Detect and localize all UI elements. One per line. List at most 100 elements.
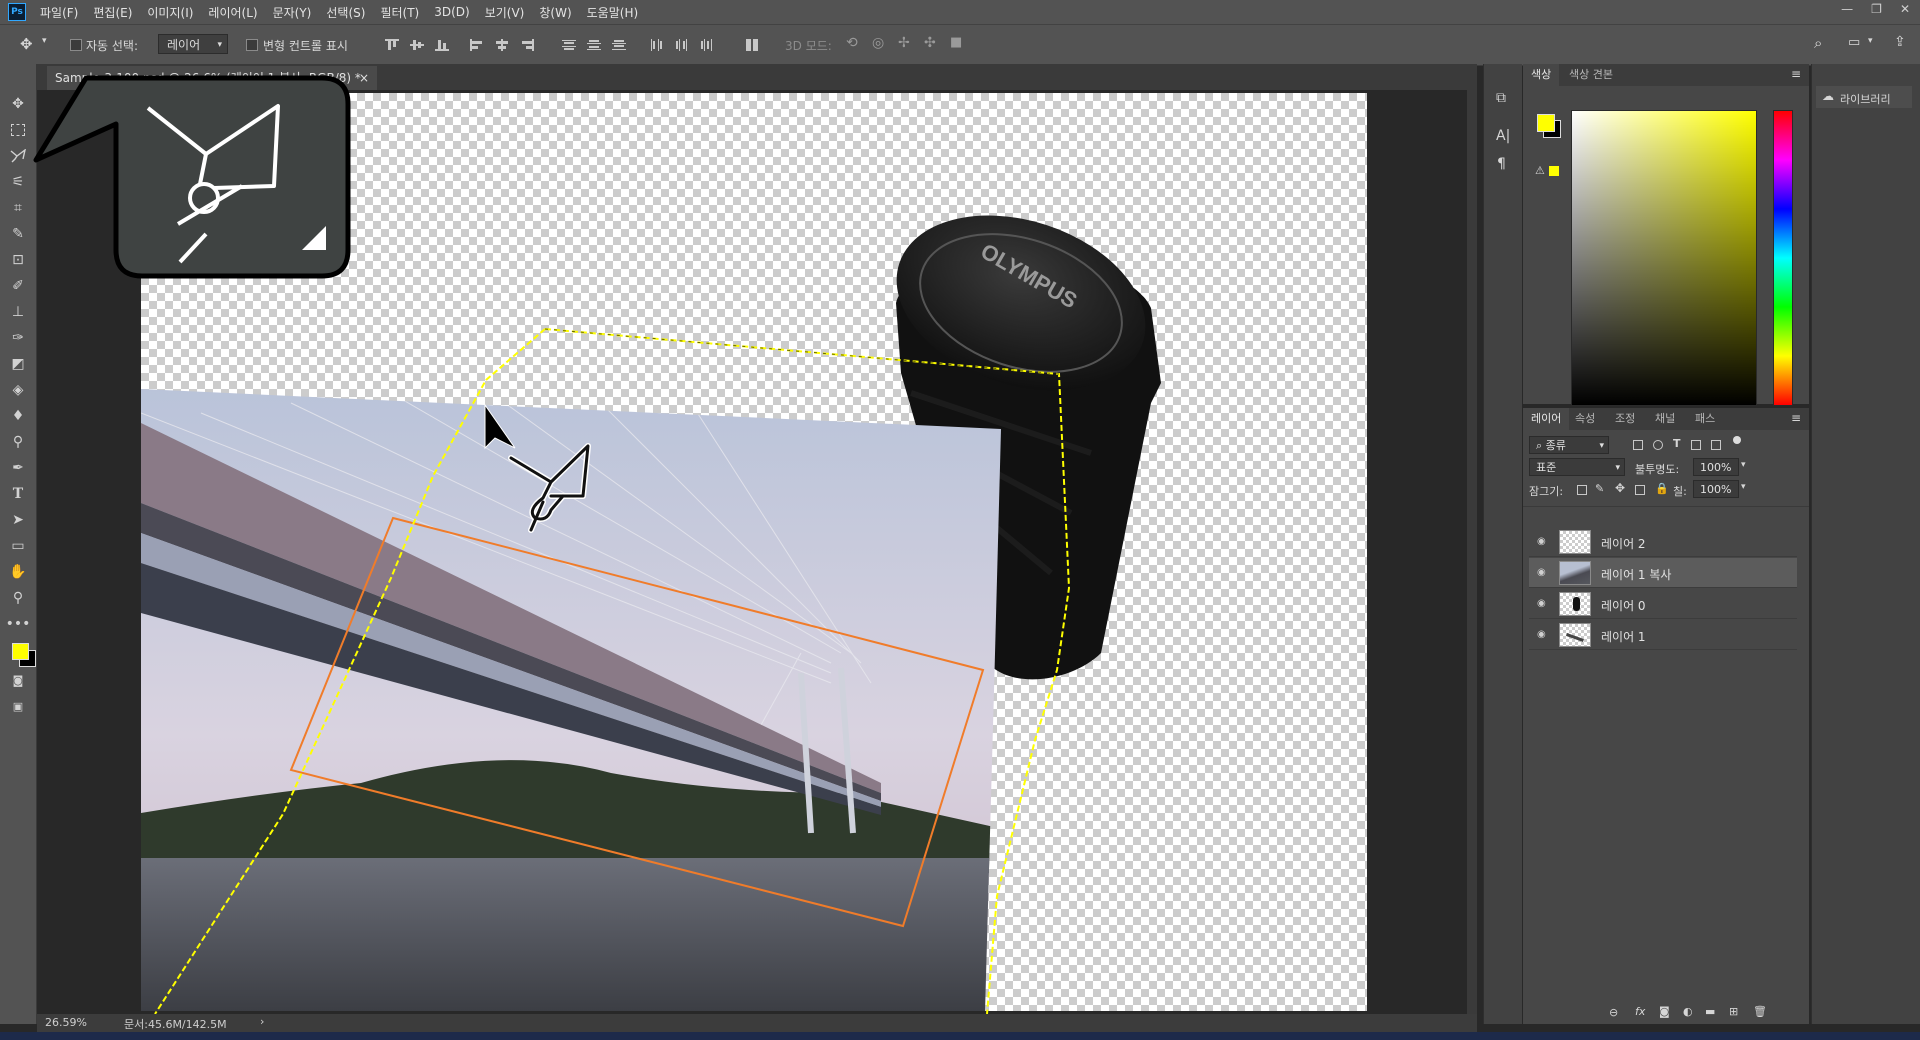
distribute-hcenter-icon[interactable] [675,39,689,51]
transform-controls-checkbox[interactable] [246,39,258,51]
visibility-eye-icon[interactable]: ◉ [1537,629,1549,641]
lasso-tool-icon[interactable] [8,146,28,166]
chevron-down-icon[interactable]: ▾ [1741,482,1746,492]
eraser-tool-icon[interactable]: ◩ [8,354,28,374]
filter-pixel-icon[interactable] [1633,440,1643,450]
menu-file[interactable]: 파일(F) [40,4,78,21]
filter-shape-icon[interactable] [1691,440,1701,450]
clone-stamp-tool-icon[interactable]: ⊥ [8,302,28,322]
foreground-color-swatch[interactable] [12,643,29,660]
menu-image[interactable]: 이미지(I) [147,4,193,21]
history-panel-icon[interactable]: ⧉ [1496,90,1506,106]
opacity-input[interactable]: 100% [1693,458,1739,476]
tab-paths[interactable]: 패스 [1687,408,1723,430]
align-vcenter-icon[interactable] [410,39,424,51]
rectangle-tool-icon[interactable]: ▭ [8,536,28,556]
lock-artboard-icon[interactable] [1635,485,1645,495]
menu-window[interactable]: 창(W) [539,4,571,21]
filter-toggle-icon[interactable] [1733,436,1741,444]
3d-orbit-icon[interactable]: ⟲ [846,35,858,51]
align-left-icon[interactable] [470,39,484,51]
auto-align-icon[interactable] [745,39,759,51]
layer-row[interactable]: ◉ 레이어 2 [1529,527,1797,557]
zoom-level[interactable]: 26.59% [45,1016,87,1029]
auto-select-dropdown[interactable]: 레이어 ▾ [158,34,228,54]
align-top-icon[interactable] [385,39,399,51]
filter-adjustment-icon[interactable] [1653,440,1663,450]
tab-layers[interactable]: 레이어 [1523,408,1570,430]
search-icon[interactable]: ⌕ [1814,34,1822,52]
tab-channels[interactable]: 채널 [1647,408,1683,430]
history-brush-tool-icon[interactable]: ✑ [8,328,28,348]
distribute-vcenter-icon[interactable] [587,39,601,51]
screen-mode-icon[interactable]: ▣ [8,696,28,716]
blur-tool-icon[interactable]: ♦ [8,406,28,426]
move-tool-icon[interactable]: ✥ [8,94,28,114]
foreground-color-swatch[interactable] [1537,114,1555,132]
visibility-eye-icon[interactable]: ◉ [1537,598,1549,610]
path-selection-tool-icon[interactable]: ➤ [8,510,28,530]
status-menu-arrow[interactable]: › [260,1015,264,1028]
tab-adjustments[interactable]: 조정 [1607,408,1643,430]
lock-transparent-icon[interactable] [1577,485,1587,495]
dodge-tool-icon[interactable]: ⚲ [8,432,28,452]
auto-select-checkbox[interactable] [70,39,82,51]
marquee-tool-icon[interactable] [8,120,28,140]
visibility-eye-icon[interactable]: ◉ [1537,567,1549,579]
move-tool-icon[interactable]: ✥ [20,35,33,53]
color-field[interactable] [1571,110,1757,406]
menu-help[interactable]: 도움말(H) [587,4,639,21]
menu-type[interactable]: 문자(Y) [273,4,312,21]
3d-drag-icon[interactable]: ✢ [898,35,910,51]
zoom-tool-icon[interactable]: ⚲ [8,588,28,608]
filter-type-icon[interactable]: T [1673,437,1681,450]
crop-tool-icon[interactable]: ⌗ [8,198,28,218]
blend-mode-dropdown[interactable]: 표준 ▾ [1529,458,1625,476]
distribute-right-icon[interactable] [700,39,714,51]
paint-bucket-tool-icon[interactable]: ◈ [8,380,28,400]
new-layer-icon[interactable]: ⊞ [1729,1005,1738,1018]
vertical-scrollbar[interactable] [1467,90,1477,1014]
menu-edit[interactable]: 편집(E) [93,4,132,21]
menu-3d[interactable]: 3D(D) [434,5,469,19]
layer-row-selected[interactable]: ◉ 레이어 1 복사 [1529,558,1797,588]
distribute-top-icon[interactable] [562,39,576,51]
menu-select[interactable]: 선택(S) [326,4,365,21]
share-icon[interactable]: ⇪ [1894,34,1906,50]
tab-swatches[interactable]: 색상 견본 [1561,64,1621,86]
tab-properties[interactable]: 속성 [1567,408,1603,430]
tab-color[interactable]: 색상 [1523,64,1560,86]
layer-row[interactable]: ◉ 레이어 1 [1529,620,1797,650]
brush-tool-icon[interactable]: ✐ [8,276,28,296]
gamut-color-swatch[interactable] [1549,166,1559,176]
close-button[interactable]: ✕ [1900,2,1910,16]
new-group-icon[interactable]: ▬ [1705,1005,1715,1018]
panel-menu-icon[interactable]: ≡ [1791,411,1801,425]
layer-filter-dropdown[interactable]: ⌕ 종류 ▾ [1529,436,1609,454]
menu-layer[interactable]: 레이어(L) [208,4,257,21]
chevron-down-icon[interactable]: ▾ [1741,460,1746,470]
delete-layer-icon[interactable]: 🗑 [1753,1005,1767,1018]
pen-tool-icon[interactable]: ✒ [8,458,28,478]
panel-menu-icon[interactable]: ≡ [1791,67,1801,81]
libraries-button[interactable]: ☁ 라이브러리 [1816,86,1912,108]
healing-brush-tool-icon[interactable]: ⊡ [8,250,28,270]
edit-toolbar-icon[interactable]: ••• [6,614,31,634]
filter-smart-object-icon[interactable] [1711,440,1721,450]
visibility-eye-icon[interactable]: ◉ [1537,536,1549,548]
eyedropper-tool-icon[interactable]: ✎ [8,224,28,244]
3d-slide-icon[interactable]: ✣ [924,35,936,51]
hand-tool-icon[interactable]: ✋ [8,562,28,582]
close-tab-icon[interactable]: × [359,66,369,90]
chevron-down-icon[interactable]: ▾ [1868,36,1873,46]
workspace-icon[interactable]: ▭ [1848,35,1860,50]
adjustment-layer-icon[interactable]: ◐ [1683,1005,1693,1018]
menu-view[interactable]: 보기(V) [485,4,525,21]
3d-roll-icon[interactable]: ◎ [872,35,884,51]
lock-pixels-icon[interactable]: ✎ [1595,482,1604,495]
layer-style-icon[interactable]: fx [1635,1005,1645,1018]
lock-position-icon[interactable]: ✥ [1615,481,1625,495]
layer-row[interactable]: ◉ 레이어 0 [1529,589,1797,619]
align-hcenter-icon[interactable] [495,39,509,51]
quick-mask-icon[interactable]: ◙ [8,670,28,690]
